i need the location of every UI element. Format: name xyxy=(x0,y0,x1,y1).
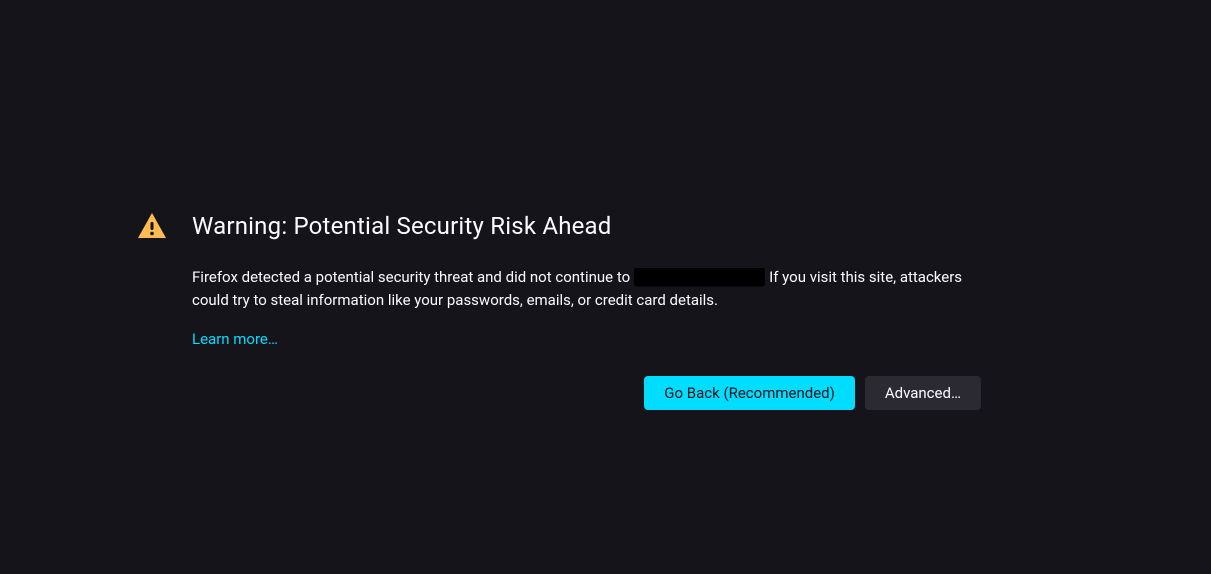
warning-header: Warning: Potential Security Risk Ahead xyxy=(136,210,981,242)
warning-content: Firefox detected a potential security th… xyxy=(136,266,981,410)
warning-body-part1: Firefox detected a potential security th… xyxy=(192,268,634,286)
warning-body: Firefox detected a potential security th… xyxy=(192,266,981,311)
warning-title: Warning: Potential Security Risk Ahead xyxy=(192,212,612,240)
learn-more-link[interactable]: Learn more… xyxy=(192,330,278,348)
go-back-button[interactable]: Go Back (Recommended) xyxy=(644,376,855,410)
redacted-hostname: ████████████ xyxy=(634,268,766,286)
security-warning-page: Warning: Potential Security Risk Ahead F… xyxy=(0,0,1211,410)
advanced-button[interactable]: Advanced… xyxy=(865,376,981,410)
warning-triangle-icon xyxy=(136,210,168,242)
button-row: Go Back (Recommended) Advanced… xyxy=(192,376,981,410)
